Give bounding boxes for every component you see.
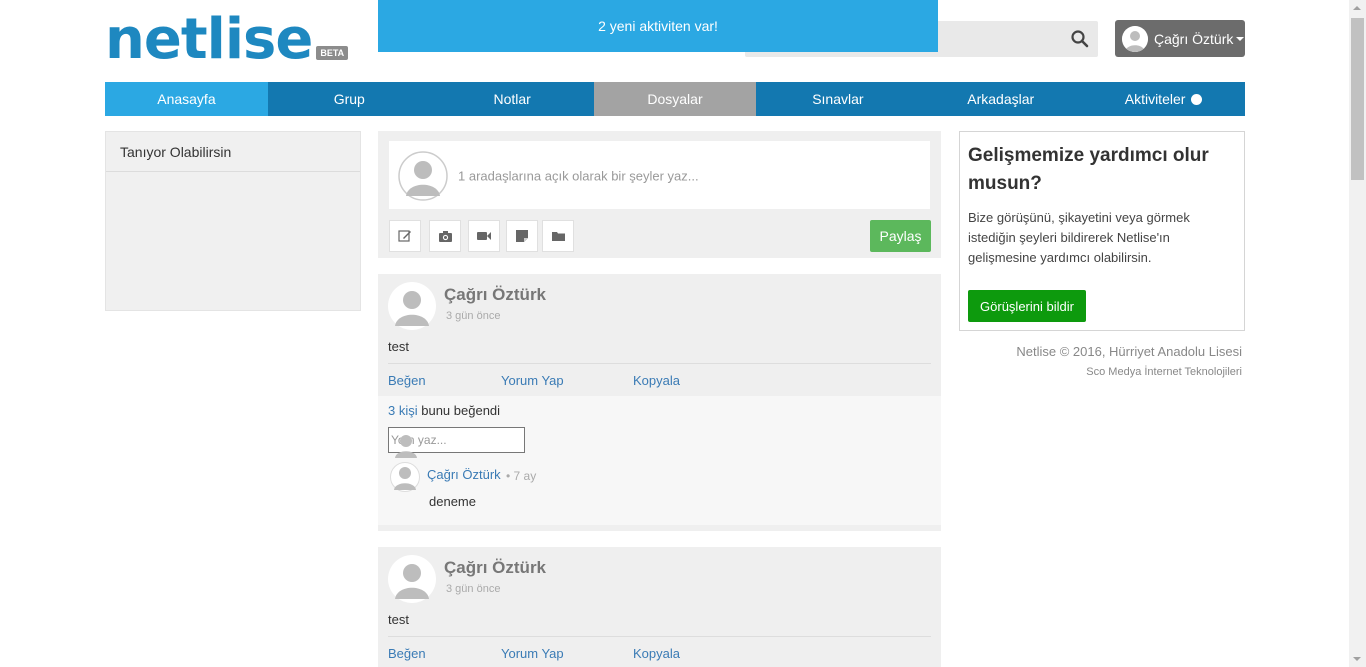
composer-avatar <box>398 151 448 201</box>
edit-icon[interactable] <box>389 220 421 252</box>
likes-summary: 3 kişi bunu beğendi <box>388 403 500 418</box>
nav-label: Aktiviteler <box>1124 91 1186 107</box>
scroll-up-icon[interactable] <box>1353 6 1361 10</box>
logo-text: netlise <box>105 7 313 72</box>
suggestions-panel: Tanıyor Olabilirsin <box>105 131 361 311</box>
comment-author-avatar[interactable] <box>390 462 420 492</box>
main-nav: Anasayfa Grup Notlar Dosyalar Sınavlar A… <box>105 82 1245 116</box>
nav-item-arkadaslar[interactable]: Arkadaşlar <box>919 82 1082 116</box>
composer-input-area[interactable]: 1 aradaşlarına açık olarak bir şeyler ya… <box>389 141 930 209</box>
composer-placeholder: 1 aradaşlarına açık olarak bir şeyler ya… <box>458 168 699 184</box>
comment-input[interactable]: Yo n yaz... <box>388 427 525 458</box>
share-button[interactable]: Paylaş <box>870 220 931 252</box>
notification-banner[interactable]: 2 yeni aktiviten var! <box>378 0 938 52</box>
nav-label: Dosyalar <box>647 91 703 107</box>
video-icon[interactable] <box>468 220 500 252</box>
nav-label: Anasayfa <box>157 91 216 107</box>
post-timestamp: 3 gün önce <box>446 583 501 595</box>
comment-text: deneme <box>429 494 476 509</box>
feed-post: Çağrı Öztürk 3 gün önce test Beğen Yorum… <box>378 547 941 667</box>
folder-icon[interactable] <box>542 220 574 252</box>
chevron-down-icon <box>1236 36 1245 41</box>
post-author-avatar[interactable] <box>388 282 436 330</box>
nav-item-notlar[interactable]: Notlar <box>431 82 594 116</box>
footer-company[interactable]: Sco Medya İnternet Teknolojileri <box>1086 366 1242 378</box>
divider <box>388 636 931 637</box>
nav-item-sinavlar[interactable]: Sınavlar <box>756 82 919 116</box>
feed-post: Çağrı Öztürk 3 gün önce test Beğen Yorum… <box>378 274 941 531</box>
user-avatar <box>1122 25 1148 52</box>
post-author-name[interactable]: Çağrı Öztürk <box>444 558 546 578</box>
page-scrollbar[interactable] <box>1349 0 1366 667</box>
copy-link[interactable]: Kopyala <box>633 646 680 661</box>
post-author-name[interactable]: Çağrı Öztürk <box>444 285 546 305</box>
nav-label: Notlar <box>493 91 531 107</box>
comment-link[interactable]: Yorum Yap <box>501 646 564 661</box>
user-menu-button[interactable]: Çağrı Öztürk <box>1115 20 1245 57</box>
camera-icon[interactable] <box>429 220 461 252</box>
post-comments-area: 3 kişi bunu beğendi Yo n yaz... Çağrı Öz… <box>378 396 941 525</box>
nav-item-aktiviteler[interactable]: Aktiviteler <box>1082 82 1245 116</box>
scrollbar-thumb[interactable] <box>1351 18 1364 180</box>
comment-link[interactable]: Yorum Yap <box>501 373 564 388</box>
like-link[interactable]: Beğen <box>388 373 426 388</box>
like-link[interactable]: Beğen <box>388 646 426 661</box>
divider <box>388 363 931 364</box>
nav-label: Grup <box>333 91 365 107</box>
scroll-down-icon[interactable] <box>1353 657 1361 661</box>
user-name: Çağrı Öztürk <box>1154 30 1234 47</box>
footer-copyright: Netlise © 2016, Hürriyet Anadolu Lisesi <box>1016 344 1242 359</box>
search-icon[interactable] <box>1070 29 1090 49</box>
nav-item-anasayfa[interactable]: Anasayfa <box>105 82 268 116</box>
feedback-button[interactable]: Görüşlerini bildir <box>968 290 1086 322</box>
likes-count-link[interactable]: 3 kişi <box>388 403 418 418</box>
post-body: test <box>388 339 409 354</box>
feedback-panel: Gelişmemize yardımcı olur musun? Bize gö… <box>959 131 1245 331</box>
nav-item-dosyalar[interactable]: Dosyalar <box>593 82 757 116</box>
comment-author-name[interactable]: Çağrı Öztürk <box>427 467 501 482</box>
post-composer: 1 aradaşlarına açık olarak bir şeyler ya… <box>378 131 941 258</box>
nav-label: Sınavlar <box>812 91 864 107</box>
comment-timestamp: • 7 ay <box>506 469 537 483</box>
commenter-avatar <box>391 430 421 460</box>
page: netlise BETA 2 yeni aktiviten var! Çağrı… <box>0 0 1366 667</box>
nav-item-grup[interactable]: Grup <box>268 82 431 116</box>
post-author-avatar[interactable] <box>388 555 436 603</box>
post-body: test <box>388 612 409 627</box>
nav-label: Arkadaşlar <box>967 91 1035 107</box>
post-timestamp: 3 gün önce <box>446 310 501 322</box>
logo[interactable]: netlise BETA <box>105 7 349 72</box>
copy-link[interactable]: Kopyala <box>633 373 680 388</box>
likes-text: bunu beğendi <box>417 403 501 418</box>
feedback-title: Gelişmemize yardımcı olur musun? <box>968 145 1209 194</box>
beta-badge: BETA <box>316 46 349 60</box>
suggestions-title: Tanıyor Olabilirsin <box>106 132 360 172</box>
feedback-text: Bize görüşünü, şikayetini veya görmek is… <box>968 210 1190 265</box>
note-icon[interactable] <box>506 220 538 252</box>
activity-dot-icon <box>1191 93 1203 105</box>
